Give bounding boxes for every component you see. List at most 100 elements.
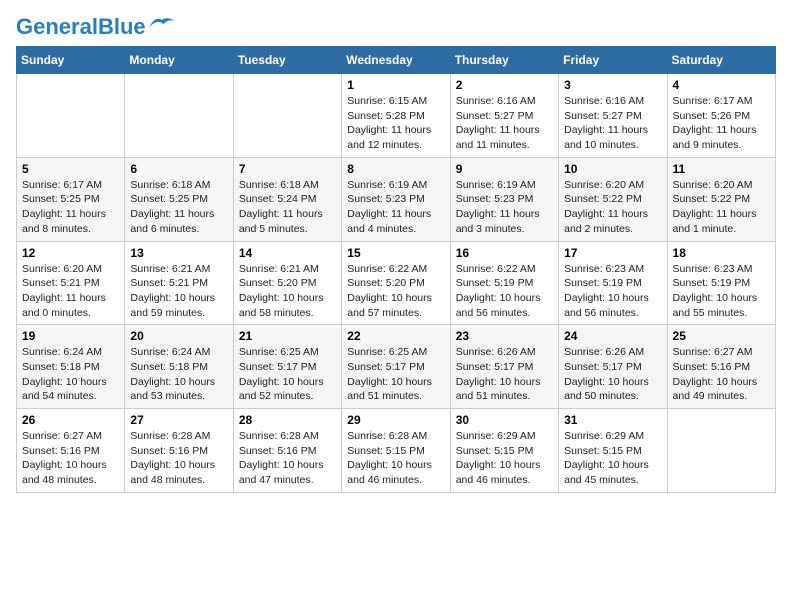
calendar-table: SundayMondayTuesdayWednesdayThursdayFrid… [16, 46, 776, 493]
calendar-cell: 20 Sunrise: 6:24 AM Sunset: 5:18 PM Dayli… [125, 325, 233, 409]
day-info: Sunrise: 6:24 AM Sunset: 5:18 PM Dayligh… [130, 345, 227, 404]
calendar-cell: 21 Sunrise: 6:25 AM Sunset: 5:17 PM Dayli… [233, 325, 341, 409]
day-number: 29 [347, 413, 444, 427]
calendar-cell: 7Sunrise: 6:18 AM Sunset: 5:24 PM Daylig… [233, 157, 341, 241]
calendar-cell: 23 Sunrise: 6:26 AM Sunset: 5:17 PM Dayli… [450, 325, 558, 409]
calendar-week-row: 19 Sunrise: 6:24 AM Sunset: 5:18 PM Dayli… [17, 325, 776, 409]
day-number: 14 [239, 246, 336, 260]
day-info: Sunrise: 6:18 AM Sunset: 5:25 PM Dayligh… [130, 178, 227, 237]
calendar-cell: 11 Sunrise: 6:20 AM Sunset: 5:22 PM Dayli… [667, 157, 775, 241]
calendar-week-row: 12 Sunrise: 6:20 AM Sunset: 5:21 PM Dayli… [17, 241, 776, 325]
day-number: 7 [239, 162, 336, 176]
weekday-header-saturday: Saturday [667, 47, 775, 74]
day-info: Sunrise: 6:27 AM Sunset: 5:16 PM Dayligh… [673, 345, 770, 404]
calendar-cell: 5Sunrise: 6:17 AM Sunset: 5:25 PM Daylig… [17, 157, 125, 241]
day-number: 5 [22, 162, 119, 176]
day-number: 16 [456, 246, 553, 260]
weekday-header-friday: Friday [559, 47, 667, 74]
day-number: 6 [130, 162, 227, 176]
day-number: 30 [456, 413, 553, 427]
day-info: Sunrise: 6:26 AM Sunset: 5:17 PM Dayligh… [456, 345, 553, 404]
day-info: Sunrise: 6:16 AM Sunset: 5:27 PM Dayligh… [456, 94, 553, 153]
calendar-cell: 22 Sunrise: 6:25 AM Sunset: 5:17 PM Dayli… [342, 325, 450, 409]
calendar-cell: 14 Sunrise: 6:21 AM Sunset: 5:20 PM Dayli… [233, 241, 341, 325]
calendar-cell: 29Sunrise: 6:28 AM Sunset: 5:15 PM Dayli… [342, 409, 450, 493]
calendar-cell: 28 Sunrise: 6:28 AM Sunset: 5:16 PM Dayli… [233, 409, 341, 493]
day-info: Sunrise: 6:20 AM Sunset: 5:22 PM Dayligh… [673, 178, 770, 237]
day-number: 31 [564, 413, 661, 427]
day-number: 12 [22, 246, 119, 260]
day-number: 10 [564, 162, 661, 176]
day-info: Sunrise: 6:21 AM Sunset: 5:21 PM Dayligh… [130, 262, 227, 321]
calendar-cell: 30 Sunrise: 6:29 AM Sunset: 5:15 PM Dayli… [450, 409, 558, 493]
page-header: GeneralBlue [16, 16, 776, 38]
calendar-cell: 10 Sunrise: 6:20 AM Sunset: 5:22 PM Dayli… [559, 157, 667, 241]
day-number: 13 [130, 246, 227, 260]
day-info: Sunrise: 6:21 AM Sunset: 5:20 PM Dayligh… [239, 262, 336, 321]
day-info: Sunrise: 6:29 AM Sunset: 5:15 PM Dayligh… [564, 429, 661, 488]
weekday-header-wednesday: Wednesday [342, 47, 450, 74]
day-number: 19 [22, 329, 119, 343]
day-info: Sunrise: 6:27 AM Sunset: 5:16 PM Dayligh… [22, 429, 119, 488]
day-number: 28 [239, 413, 336, 427]
calendar-cell: 2 Sunrise: 6:16 AM Sunset: 5:27 PM Daylig… [450, 74, 558, 158]
day-info: Sunrise: 6:23 AM Sunset: 5:19 PM Dayligh… [673, 262, 770, 321]
day-number: 15 [347, 246, 444, 260]
calendar-cell: 16 Sunrise: 6:22 AM Sunset: 5:19 PM Dayli… [450, 241, 558, 325]
day-info: Sunrise: 6:19 AM Sunset: 5:23 PM Dayligh… [347, 178, 444, 237]
calendar-cell: 13 Sunrise: 6:21 AM Sunset: 5:21 PM Dayli… [125, 241, 233, 325]
day-info: Sunrise: 6:20 AM Sunset: 5:21 PM Dayligh… [22, 262, 119, 321]
day-number: 11 [673, 162, 770, 176]
day-info: Sunrise: 6:22 AM Sunset: 5:20 PM Dayligh… [347, 262, 444, 321]
weekday-header-sunday: Sunday [17, 47, 125, 74]
day-number: 3 [564, 78, 661, 92]
calendar-cell: 9Sunrise: 6:19 AM Sunset: 5:23 PM Daylig… [450, 157, 558, 241]
day-number: 24 [564, 329, 661, 343]
calendar-week-row: 5Sunrise: 6:17 AM Sunset: 5:25 PM Daylig… [17, 157, 776, 241]
calendar-cell [667, 409, 775, 493]
calendar-cell: 3 Sunrise: 6:16 AM Sunset: 5:27 PM Daylig… [559, 74, 667, 158]
day-info: Sunrise: 6:25 AM Sunset: 5:17 PM Dayligh… [347, 345, 444, 404]
day-number: 25 [673, 329, 770, 343]
day-info: Sunrise: 6:24 AM Sunset: 5:18 PM Dayligh… [22, 345, 119, 404]
day-info: Sunrise: 6:17 AM Sunset: 5:26 PM Dayligh… [673, 94, 770, 153]
logo-text: GeneralBlue [16, 16, 146, 38]
day-info: Sunrise: 6:19 AM Sunset: 5:23 PM Dayligh… [456, 178, 553, 237]
weekday-header-tuesday: Tuesday [233, 47, 341, 74]
day-number: 22 [347, 329, 444, 343]
day-number: 2 [456, 78, 553, 92]
calendar-cell: 4Sunrise: 6:17 AM Sunset: 5:26 PM Daylig… [667, 74, 775, 158]
calendar-cell: 8Sunrise: 6:19 AM Sunset: 5:23 PM Daylig… [342, 157, 450, 241]
day-info: Sunrise: 6:22 AM Sunset: 5:19 PM Dayligh… [456, 262, 553, 321]
day-number: 26 [22, 413, 119, 427]
logo: GeneralBlue [16, 16, 176, 38]
day-info: Sunrise: 6:20 AM Sunset: 5:22 PM Dayligh… [564, 178, 661, 237]
calendar-cell [17, 74, 125, 158]
calendar-cell: 17Sunrise: 6:23 AM Sunset: 5:19 PM Dayli… [559, 241, 667, 325]
calendar-cell [233, 74, 341, 158]
calendar-cell: 26 Sunrise: 6:27 AM Sunset: 5:16 PM Dayli… [17, 409, 125, 493]
calendar-week-row: 26 Sunrise: 6:27 AM Sunset: 5:16 PM Dayli… [17, 409, 776, 493]
calendar-cell: 18Sunrise: 6:23 AM Sunset: 5:19 PM Dayli… [667, 241, 775, 325]
calendar-cell: 31 Sunrise: 6:29 AM Sunset: 5:15 PM Dayli… [559, 409, 667, 493]
weekday-header-monday: Monday [125, 47, 233, 74]
day-info: Sunrise: 6:28 AM Sunset: 5:16 PM Dayligh… [239, 429, 336, 488]
calendar-cell [125, 74, 233, 158]
day-info: Sunrise: 6:28 AM Sunset: 5:16 PM Dayligh… [130, 429, 227, 488]
day-number: 21 [239, 329, 336, 343]
day-number: 20 [130, 329, 227, 343]
weekday-header-row: SundayMondayTuesdayWednesdayThursdayFrid… [17, 47, 776, 74]
calendar-cell: 25 Sunrise: 6:27 AM Sunset: 5:16 PM Dayli… [667, 325, 775, 409]
day-info: Sunrise: 6:26 AM Sunset: 5:17 PM Dayligh… [564, 345, 661, 404]
calendar-cell: 6 Sunrise: 6:18 AM Sunset: 5:25 PM Daylig… [125, 157, 233, 241]
calendar-cell: 27Sunrise: 6:28 AM Sunset: 5:16 PM Dayli… [125, 409, 233, 493]
calendar-cell: 24 Sunrise: 6:26 AM Sunset: 5:17 PM Dayli… [559, 325, 667, 409]
weekday-header-thursday: Thursday [450, 47, 558, 74]
day-info: Sunrise: 6:15 AM Sunset: 5:28 PM Dayligh… [347, 94, 444, 153]
day-info: Sunrise: 6:16 AM Sunset: 5:27 PM Dayligh… [564, 94, 661, 153]
calendar-week-row: 1Sunrise: 6:15 AM Sunset: 5:28 PM Daylig… [17, 74, 776, 158]
day-info: Sunrise: 6:29 AM Sunset: 5:15 PM Dayligh… [456, 429, 553, 488]
day-number: 23 [456, 329, 553, 343]
day-info: Sunrise: 6:23 AM Sunset: 5:19 PM Dayligh… [564, 262, 661, 321]
day-info: Sunrise: 6:25 AM Sunset: 5:17 PM Dayligh… [239, 345, 336, 404]
